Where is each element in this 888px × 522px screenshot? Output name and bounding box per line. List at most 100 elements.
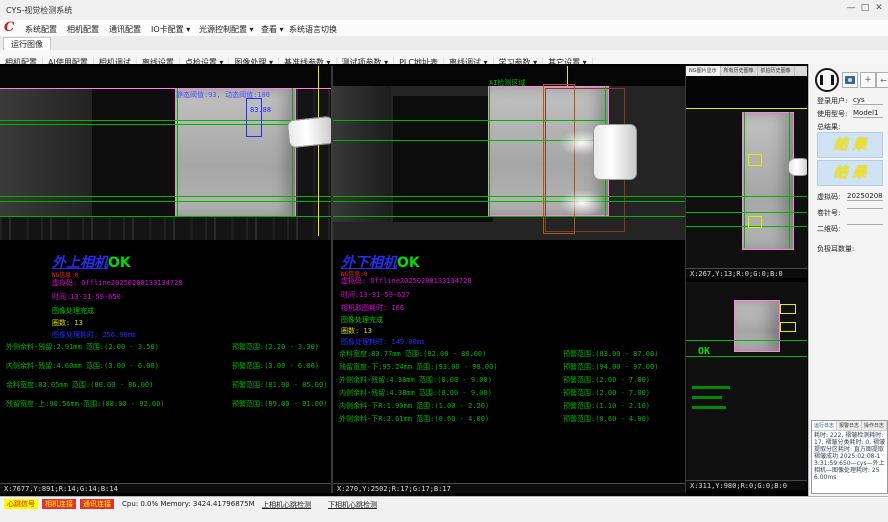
image-display-button[interactable]	[842, 72, 858, 88]
separator-film-region	[742, 112, 794, 250]
width-measure-label: 83.88	[250, 106, 271, 114]
log-panel: 运行日志报警日志操作日志 耗时: 222, 褶皱检测耗时: 17, 褶皱分类耗时…	[811, 420, 888, 494]
heartbeat-status-badge: 心跳信号	[4, 499, 38, 509]
lower-turn-count: 圈数: 13	[341, 326, 372, 336]
toolbar: 相机配置AI使用配置相机调试离线设置点检设置 ▾图像处理 ▾基准线参数 ▾测试项…	[0, 50, 888, 65]
menu-light-config[interactable]: 光源控制配置 ▾	[196, 23, 257, 36]
detail-view-cursor-coords: X:311,Y:980;R:0;G:0;B:0	[686, 480, 807, 490]
ng-image-canvas[interactable]	[686, 76, 807, 268]
upper-result-ok: OK	[108, 255, 131, 271]
measurement-name: 内侧余料-下R:1.90mm 范围:(1.00 - 2.20)	[339, 401, 563, 411]
measurement-warn-range: 预警范围:(83.00 - 87.00)	[563, 349, 658, 359]
menu-view[interactable]: 查看 ▾	[258, 23, 287, 36]
login-user-label: 登录用户:	[817, 96, 847, 106]
measurement-name: 外侧余料-下R:2.61mm 范围:(0.60 - 4.00)	[339, 414, 563, 424]
threshold-overlay-text: 静态阈值:93, 动态阈值:100	[176, 90, 270, 100]
model-value: Model1	[853, 109, 883, 118]
lower-camera-heartbeat-check[interactable]: 下相机心跳检测	[328, 500, 377, 510]
tab-strip: 运行图像	[0, 36, 888, 51]
upper-virtual-code: 虚拟码: Offline20250208133134728	[52, 278, 183, 288]
roi-marker	[748, 154, 762, 166]
ng-view-cursor-coords: X:267,Y:13;R:0;G:0;B:0	[686, 268, 807, 278]
result-display-1: 结 果	[817, 132, 883, 158]
tab-alarm-log[interactable]: 报警日志	[837, 421, 862, 430]
application-window: CYS-视觉检测系统 — □ ✕ C 系统配置 相机配置 通讯配置 IO卡配置 …	[0, 0, 888, 522]
measurement-name: 残留宽度-下:95.24mm 范围:(93.00 - 98.00)	[339, 362, 563, 372]
status-bar: 心跳信号 相机连接 通讯连接 Cpu: 0.0% Memory: 3424.41…	[0, 496, 888, 522]
lower-process-done: 图像处理完成	[341, 315, 383, 325]
login-user-value: cys	[853, 96, 883, 105]
separator-film-region	[734, 300, 780, 352]
measurement-warn-range: 预警范围:(2.00 - 7.00)	[563, 375, 650, 385]
log-tabs: 运行日志报警日志操作日志	[812, 421, 887, 431]
model-label: 使用型号:	[817, 109, 847, 119]
upper-camera-heartbeat-check[interactable]: 上相机心跳检测	[262, 500, 311, 510]
measurement-warn-range: 预警范围:(2.20 - 3.30)	[232, 342, 319, 352]
detail-image-canvas[interactable]: OK	[686, 282, 807, 480]
minimize-button[interactable]: —	[844, 3, 858, 13]
detail-info-line	[692, 406, 726, 409]
lower-camera-image[interactable]: AI检测区域	[333, 66, 685, 240]
tab-ng-image[interactable]: NG图片显示	[686, 66, 721, 76]
menu-io-config[interactable]: IO卡配置 ▾	[148, 23, 193, 36]
menu-language-switch[interactable]: 系统语言切换	[286, 23, 340, 36]
lower-result-ok: OK	[397, 255, 420, 271]
detail-image-view: OK X:311,Y:980;R:0;G:0;B:0	[686, 282, 807, 490]
detail-info-line	[692, 386, 730, 389]
window-title: CYS-视觉检测系统	[6, 5, 72, 16]
back-button[interactable]: ←	[876, 72, 888, 88]
camera-connect-badge: 相机连接	[42, 499, 76, 509]
maximize-button[interactable]: □	[858, 3, 872, 13]
upper-camera-image[interactable]: 83.88 静态阈值:93, 动态阈值:100	[0, 66, 331, 240]
upper-turn-count: 圈数: 13	[52, 318, 83, 328]
measurement-warn-range: 预警范围:(2.00 - 7.00)	[563, 388, 650, 398]
upper-cursor-coords: X:7677,Y:891;R:14;G:14;B:14	[0, 483, 331, 493]
measurement-row: 余料宽度:83.05mm 范围:(80.00 - 86.00)预警范围:(81.…	[6, 380, 327, 390]
lower-process-time: 图像处理耗时: 149.00ms	[341, 337, 425, 347]
menu-system-config[interactable]: 系统配置	[22, 23, 60, 36]
tab-operation-log[interactable]: 操作日志	[862, 421, 887, 430]
tab-capture-history[interactable]: 抓拍历史图像	[758, 66, 795, 76]
measurement-row: 内侧余料-下R:1.90mm 范围:(1.00 - 2.20)预警范围:(1.1…	[339, 401, 650, 411]
close-button[interactable]: ✕	[872, 3, 886, 13]
lower-camera-view: AI检测区域 外下相机OK NG信息:0 虚拟码: Offline2025020…	[333, 66, 685, 493]
measurement-name: 余料宽度:83.77mm 范围:(82.00 - 88.00)	[339, 349, 563, 359]
upper-camera-name: 外上相机	[52, 255, 108, 271]
pause-button[interactable]	[815, 68, 839, 92]
tab-all-history[interactable]: 所有历史图像	[721, 66, 758, 76]
measurement-name: 外侧余料-残留:4.38mm 范围:(0.00 - 9.00)	[339, 375, 563, 385]
measurement-row: 残留宽度-上:90.56mm 范围:(88.00 - 92.00)预警范围:(8…	[6, 399, 327, 409]
qr-code-label: 二维码:	[817, 224, 840, 234]
measurement-warn-range: 预警范围:(89.00 - 91.00)	[232, 399, 327, 409]
measurement-name: 内侧余料-残留:4.60mm 范围:(3.00 - 6.00)	[6, 361, 232, 371]
measurement-warn-range: 预警范围:(0.60 - 4.00)	[563, 414, 650, 424]
gripper-blob	[788, 158, 807, 176]
needle-number-label: 卷针号:	[817, 208, 840, 218]
camera-icon	[845, 76, 855, 84]
virtual-code-value: 20250208	[847, 192, 883, 201]
total-result-label: 总结果:	[817, 122, 840, 132]
separator-film-region	[175, 88, 296, 217]
measurement-row: 内侧余料-残留:4.38mm 范围:(0.00 - 9.00)预警范围:(2.0…	[339, 388, 650, 398]
upper-process-time: 图像处理耗时: 256.00ms	[52, 330, 136, 340]
measurement-row: 残留宽度-下:95.24mm 范围:(93.00 - 98.00)预警范围:(9…	[339, 362, 658, 372]
history-image-tabs: NG图片显示所有历史图像抓拍历史图像	[686, 66, 807, 76]
roi-marker	[748, 216, 762, 228]
detail-info-line	[692, 396, 722, 399]
menu-comm-config[interactable]: 通讯配置	[106, 23, 144, 36]
measurement-name: 余料宽度:83.05mm 范围:(80.00 - 86.00)	[6, 380, 232, 390]
gripper-blob	[287, 116, 331, 149]
result-display-2: 结 果	[817, 160, 883, 186]
roi-marker	[780, 304, 796, 314]
measurement-warn-range: 预警范围:(81.00 - 85.00)	[232, 380, 327, 390]
tab-run-log[interactable]: 运行日志	[812, 421, 837, 430]
zoom-button[interactable]: +	[860, 72, 876, 88]
measurement-name: 外侧余料-残留:2.91mm 范围:(2.00 - 3.50)	[6, 342, 232, 352]
menu-camera-config[interactable]: 相机配置	[64, 23, 102, 36]
ng-image-view: NG图片显示所有历史图像抓拍历史图像 X:267,Y:13;R:0;G:0;B:…	[686, 66, 807, 278]
upper-time: 时间:13-31-59-650	[52, 292, 121, 302]
virtual-code-label: 虚拟码:	[817, 192, 840, 202]
cpu-memory-status: Cpu: 0.0% Memory: 3424.41796875M	[122, 500, 255, 508]
control-panel: + ← 登录用户: cys 使用型号: Model1 总结果: 结 果 结 果 …	[808, 64, 888, 496]
width-roi-box	[246, 98, 262, 137]
